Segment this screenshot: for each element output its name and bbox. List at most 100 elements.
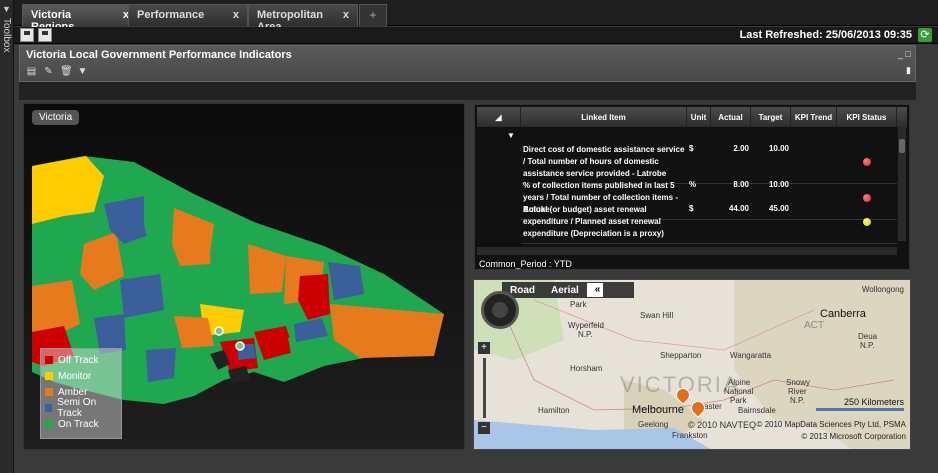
status-dot-icon bbox=[863, 218, 871, 226]
map-scale-bar bbox=[816, 408, 904, 411]
bing-map-panel[interactable]: Road Aerial « + − Park Wyperfeld N.P. Sw… bbox=[473, 279, 911, 450]
close-icon[interactable]: x bbox=[343, 9, 349, 22]
collapse-icon[interactable]: « bbox=[586, 283, 603, 297]
legend-swatch bbox=[45, 388, 53, 396]
tab-performance[interactable]: Performance x bbox=[128, 4, 248, 26]
period-label: Common_Period : YTD bbox=[479, 259, 572, 269]
map-label: Shepparton bbox=[660, 351, 702, 360]
zoom-control[interactable]: + − bbox=[478, 342, 490, 434]
tab-label: Metropolitan Area bbox=[257, 9, 323, 33]
delete-icon[interactable]: 🗑 bbox=[60, 66, 73, 77]
dashboard-panel-header: Victoria Local Government Performance In… bbox=[19, 45, 916, 82]
kpi-status-cell bbox=[837, 201, 897, 243]
target-cell: 45.00 bbox=[768, 204, 789, 213]
legend-label: Semi On Track bbox=[57, 397, 97, 419]
top-toolbar: Last Refreshed: 25/06/2013 09:35 ⟳ bbox=[14, 27, 938, 44]
database-icon[interactable]: ▮ bbox=[906, 65, 911, 76]
column-header[interactable]: Linked Item bbox=[521, 107, 687, 127]
toolbox-sidebar[interactable]: ▼ Toolbox bbox=[0, 0, 14, 473]
map-label: Park bbox=[570, 300, 587, 309]
scrollbar-thumb[interactable] bbox=[899, 139, 905, 153]
map-label: ACT bbox=[804, 320, 824, 331]
map-label: Wyperfeld bbox=[568, 321, 604, 330]
aerial-mode-button[interactable]: Aerial bbox=[543, 285, 587, 296]
chevron-down-icon[interactable]: ▼ bbox=[0, 4, 13, 14]
legend-item: Monitor bbox=[45, 368, 117, 384]
map-label: Swan Hill bbox=[640, 311, 674, 320]
last-refreshed-text: Last Refreshed: 25/06/2013 09:35 bbox=[739, 29, 912, 41]
vertical-scrollbar[interactable] bbox=[898, 127, 906, 241]
status-dot-icon bbox=[863, 158, 871, 166]
tab-victoria-regions[interactable]: Victoria Regions x bbox=[22, 4, 138, 33]
map-label: Wangaratta bbox=[730, 351, 772, 360]
map-credit: © 2010 NAVTEQ bbox=[688, 420, 756, 430]
legend-label: On Track bbox=[58, 418, 99, 430]
map-label: N.P. bbox=[860, 341, 875, 350]
tab-label: Victoria Regions bbox=[31, 9, 74, 33]
map-label: N.P. bbox=[790, 396, 805, 405]
tab-bar: Victoria Regions x Performance x Metropo… bbox=[14, 0, 938, 33]
table-header: ◢ Linked Item Unit Actual Target KPI Tre… bbox=[477, 107, 907, 127]
map-label: Wollongong bbox=[861, 285, 904, 294]
map-credit: © 2013 Microsoft Corporation bbox=[801, 432, 906, 441]
map-label: National bbox=[724, 387, 754, 396]
column-header[interactable]: KPI Status bbox=[837, 107, 897, 127]
group-toggle-icon[interactable]: ▼ bbox=[507, 131, 515, 140]
legend-label: Off Track bbox=[58, 354, 99, 366]
panel-title: Victoria Local Government Performance In… bbox=[26, 49, 292, 61]
map-label: Horsham bbox=[570, 364, 603, 373]
map-credit: © 2010 MapData Sciences Pty Ltd, PSMA bbox=[756, 420, 906, 429]
actual-cell: 44.00 bbox=[728, 204, 749, 213]
legend-label: Amber bbox=[58, 386, 88, 398]
map-legend: Off Track Monitor Amber Semi On Track On… bbox=[40, 348, 122, 439]
map-label: Hamilton bbox=[538, 406, 570, 415]
panel-tools: ▤ ✎ 🗑 ▼ bbox=[26, 66, 88, 77]
legend-label: Monitor bbox=[58, 370, 92, 382]
map-label: Canberra bbox=[820, 308, 866, 320]
refresh-icon[interactable]: ⟳ bbox=[918, 28, 932, 42]
legend-item: Semi On Track bbox=[45, 397, 117, 419]
save-as-icon[interactable] bbox=[38, 28, 52, 42]
map-label: Snowy bbox=[786, 378, 811, 387]
zoom-in-icon[interactable]: + bbox=[478, 342, 490, 354]
add-tab-button[interactable]: + bbox=[359, 4, 387, 26]
map-scale-label: 250 Kilometers bbox=[843, 397, 904, 407]
map-mode-bar: Road Aerial « bbox=[502, 282, 634, 298]
map-label: Geelong bbox=[638, 420, 669, 429]
minimize-icon[interactable]: _ □ bbox=[898, 49, 911, 59]
map-label: N.P. bbox=[578, 330, 593, 339]
expand-column[interactable]: ◢ bbox=[477, 107, 521, 127]
edit-icon[interactable]: ✎ bbox=[43, 66, 54, 77]
legend-swatch bbox=[45, 420, 53, 428]
zoom-slider[interactable] bbox=[482, 358, 486, 418]
map-label: Melbourne bbox=[632, 404, 684, 416]
map-label: Park bbox=[730, 396, 747, 405]
compass-navigation-icon[interactable] bbox=[481, 291, 519, 329]
map-label: aster bbox=[704, 402, 722, 411]
filter-icon[interactable]: ▼ bbox=[77, 66, 88, 77]
legend-swatch bbox=[45, 356, 53, 364]
tab-label: Performance bbox=[137, 9, 205, 21]
region-map-panel: Victoria Off Track Monitor Amber Semi On… bbox=[23, 103, 465, 450]
map-label: River bbox=[788, 387, 807, 396]
table-row[interactable]: Actual (or budget) asset renewal expendi… bbox=[521, 201, 897, 244]
toolbox-label: Toolbox bbox=[1, 18, 12, 53]
column-header[interactable]: KPI Trend bbox=[791, 107, 837, 127]
tab-metropolitan-area[interactable]: Metropolitan Area x bbox=[248, 4, 358, 33]
column-header[interactable]: Target bbox=[751, 107, 791, 127]
legend-swatch bbox=[45, 372, 53, 380]
zoom-out-icon[interactable]: − bbox=[478, 422, 490, 434]
close-icon[interactable]: x bbox=[233, 9, 239, 22]
linked-item-cell: Actual (or budget) asset renewal expendi… bbox=[523, 205, 664, 238]
column-header[interactable]: Unit bbox=[687, 107, 711, 127]
print-icon[interactable]: ▤ bbox=[26, 66, 37, 77]
map-label: Bairnsdale bbox=[738, 406, 776, 415]
kpi-table-panel: ◢ Linked Item Unit Actual Target KPI Tre… bbox=[474, 104, 910, 270]
legend-swatch bbox=[45, 404, 53, 412]
save-icon[interactable] bbox=[20, 28, 34, 42]
column-header[interactable]: Actual bbox=[711, 107, 751, 127]
horizontal-scrollbar[interactable] bbox=[477, 247, 897, 255]
map-label: Alpine bbox=[728, 378, 751, 387]
panel-strip bbox=[19, 82, 916, 100]
map-label: Frankston bbox=[672, 431, 708, 440]
